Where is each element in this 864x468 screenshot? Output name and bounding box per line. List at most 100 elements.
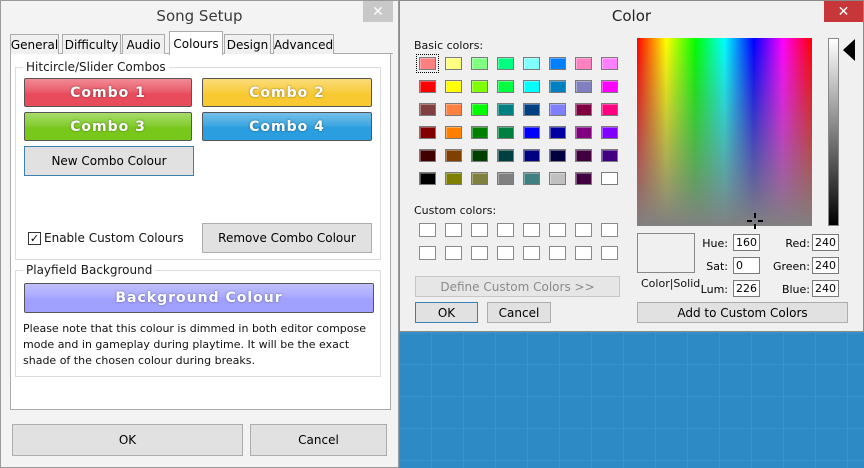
cancel-button[interactable]: Cancel: [250, 424, 387, 456]
background-colour-button[interactable]: Background Colour: [24, 283, 374, 313]
lum-input[interactable]: 226: [733, 280, 760, 297]
tab-difficulty[interactable]: Difficulty: [62, 34, 121, 54]
basic-color-swatch[interactable]: [549, 57, 566, 70]
combo-4-button[interactable]: Combo 4: [202, 112, 372, 141]
color-spectrum[interactable]: [637, 38, 812, 229]
basic-color-swatch[interactable]: [575, 103, 592, 116]
ok-button[interactable]: OK: [12, 424, 243, 456]
custom-color-swatch[interactable]: [497, 246, 514, 260]
basic-color-swatch[interactable]: [523, 103, 540, 116]
basic-color-swatch[interactable]: [523, 80, 540, 93]
basic-color-swatch[interactable]: [419, 126, 436, 139]
custom-color-swatch[interactable]: [523, 223, 540, 237]
tab-design[interactable]: Design: [224, 34, 271, 54]
basic-color-swatch[interactable]: [471, 126, 488, 139]
color-solid-label: Color|Solid: [641, 277, 701, 290]
tab-colours[interactable]: Colours: [169, 31, 223, 55]
basic-color-swatch[interactable]: [575, 80, 592, 93]
basic-color-swatch[interactable]: [445, 103, 462, 116]
luminosity-slider[interactable]: [828, 38, 839, 226]
basic-color-swatch[interactable]: [445, 172, 462, 185]
basic-color-swatch[interactable]: [497, 172, 514, 185]
basic-color-swatch[interactable]: [419, 103, 436, 116]
basic-color-swatch[interactable]: [445, 126, 462, 139]
enable-custom-colours-checkbox[interactable]: ✓: [28, 232, 41, 245]
basic-color-swatch[interactable]: [523, 126, 540, 139]
basic-color-swatch[interactable]: [471, 103, 488, 116]
basic-color-swatch[interactable]: [601, 149, 618, 162]
luminosity-arrow-icon[interactable]: [841, 39, 855, 61]
color-cancel-button[interactable]: Cancel: [487, 302, 551, 323]
basic-color-swatch[interactable]: [575, 149, 592, 162]
custom-color-swatch[interactable]: [497, 223, 514, 237]
close-icon[interactable]: ✕: [363, 1, 393, 22]
custom-color-swatch[interactable]: [549, 223, 566, 237]
custom-color-swatch[interactable]: [471, 246, 488, 260]
basic-color-swatch[interactable]: [497, 149, 514, 162]
basic-color-swatch[interactable]: [497, 103, 514, 116]
custom-color-swatch[interactable]: [601, 223, 618, 237]
custom-color-swatch[interactable]: [471, 223, 488, 237]
basic-color-swatch[interactable]: [549, 149, 566, 162]
custom-color-swatch[interactable]: [419, 223, 436, 237]
basic-color-swatch[interactable]: [601, 172, 618, 185]
red-input[interactable]: 240: [812, 234, 839, 251]
basic-color-swatch[interactable]: [575, 57, 592, 70]
basic-color-swatch[interactable]: [471, 80, 488, 93]
combo-3-button[interactable]: Combo 3: [24, 112, 192, 141]
basic-color-swatch[interactable]: [416, 54, 439, 73]
custom-color-swatch[interactable]: [445, 246, 462, 260]
basic-color-swatch[interactable]: [601, 80, 618, 93]
basic-color-swatch[interactable]: [601, 103, 618, 116]
basic-color-swatch[interactable]: [471, 57, 488, 70]
custom-color-swatch[interactable]: [601, 246, 618, 260]
basic-color-swatch[interactable]: [575, 126, 592, 139]
blue-input[interactable]: 240: [812, 280, 839, 297]
green-input[interactable]: 240: [812, 257, 839, 274]
custom-color-swatch[interactable]: [523, 246, 540, 260]
basic-color-swatch[interactable]: [497, 80, 514, 93]
custom-color-swatch[interactable]: [575, 246, 592, 260]
combo-1-button[interactable]: Combo 1: [24, 78, 192, 107]
tab-general[interactable]: General: [10, 34, 59, 54]
tab-advanced[interactable]: Advanced: [273, 34, 334, 54]
color-ok-button[interactable]: OK: [415, 302, 478, 323]
color-dialog-window: Color ✕ Basic colors: Custom colors: Def…: [399, 0, 864, 332]
color-dialog-title: Color: [611, 6, 652, 25]
basic-color-swatch[interactable]: [445, 149, 462, 162]
basic-color-swatch[interactable]: [523, 172, 540, 185]
basic-color-swatch[interactable]: [523, 57, 540, 70]
basic-color-swatch[interactable]: [601, 57, 618, 70]
basic-color-swatch[interactable]: [575, 172, 592, 185]
basic-color-swatch[interactable]: [549, 103, 566, 116]
color-dialog-close-icon[interactable]: ✕: [824, 1, 863, 22]
sat-input[interactable]: 0: [733, 257, 760, 274]
tab-audio[interactable]: Audio: [122, 34, 165, 54]
custom-color-swatch[interactable]: [445, 223, 462, 237]
custom-color-swatch[interactable]: [419, 246, 436, 260]
basic-color-swatch[interactable]: [419, 80, 436, 93]
basic-color-swatch[interactable]: [601, 126, 618, 139]
basic-color-swatch[interactable]: [549, 80, 566, 93]
basic-color-swatch[interactable]: [497, 126, 514, 139]
add-to-custom-colors-button[interactable]: Add to Custom Colors: [637, 302, 848, 323]
custom-colors-label: Custom colors:: [414, 204, 497, 217]
basic-color-swatch[interactable]: [419, 172, 436, 185]
remove-combo-colour-button[interactable]: Remove Combo Colour: [202, 223, 372, 253]
custom-color-swatch[interactable]: [549, 246, 566, 260]
basic-color-swatch[interactable]: [471, 172, 488, 185]
basic-color-swatch[interactable]: [419, 149, 436, 162]
basic-color-swatch[interactable]: [523, 149, 540, 162]
define-custom-colors-button[interactable]: Define Custom Colors >>: [415, 276, 620, 297]
new-combo-colour-button[interactable]: New Combo Colour: [24, 146, 194, 176]
basic-color-swatch[interactable]: [471, 149, 488, 162]
combo-2-button[interactable]: Combo 2: [202, 78, 372, 107]
basic-color-swatch[interactable]: [549, 172, 566, 185]
basic-color-swatch[interactable]: [445, 57, 462, 70]
basic-color-swatch[interactable]: [445, 80, 462, 93]
basic-color-swatch[interactable]: [497, 57, 514, 70]
hue-input[interactable]: 160: [733, 234, 760, 251]
custom-color-swatch[interactable]: [575, 223, 592, 237]
basic-color-swatch[interactable]: [549, 126, 566, 139]
lum-label: Lum:: [700, 283, 728, 296]
